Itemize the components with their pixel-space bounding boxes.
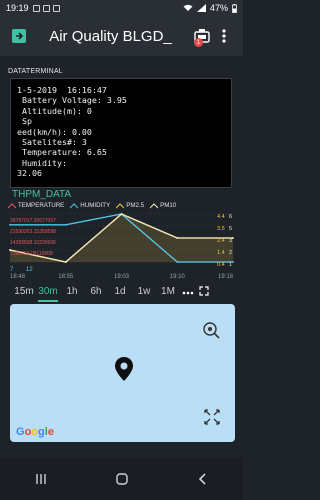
left-axis-label: 14393508.10239936 (10, 240, 56, 246)
my-location-icon[interactable] (201, 320, 221, 340)
right-axis-label: 5 (229, 226, 232, 232)
legend-pm25-label: PM2.5 (126, 202, 145, 209)
expand-icon (199, 285, 209, 296)
x-tick-label: 18:55 (58, 274, 74, 280)
left-axis-label: 28787017.20677057 (10, 218, 56, 224)
tab-1h[interactable]: 1h (60, 282, 84, 302)
data-point-pm10 (176, 237, 179, 239)
time-range-tabs: 15m 30m 1h 6h 1d 1w 1M (0, 281, 243, 303)
terminal-output[interactable]: 1-5-2019 16:16:47 Battery Voltage: 3.95 … (10, 78, 232, 188)
data-point-pm10 (232, 237, 234, 239)
exit-icon (12, 29, 26, 43)
terminal-title: DATATERMINAL (8, 68, 63, 75)
tab-30m[interactable]: 30m (36, 282, 60, 302)
x-tick-label: 19:10 (170, 274, 186, 280)
legend-humidity-label: HUMIDITY (80, 202, 111, 209)
x-tick-label: 19:03 (114, 274, 130, 280)
notification-badge: 1 (194, 38, 203, 47)
data-point-humidity (232, 261, 234, 263)
map-pin-icon[interactable] (114, 356, 134, 382)
google-logo: Google (16, 426, 54, 438)
more-options-button[interactable] (180, 287, 196, 298)
line-chart: 28787017.20677057 21590263.15359598 143935… (9, 213, 234, 280)
tab-15m[interactable]: 15m (12, 282, 36, 302)
right-axis-label: 6 (229, 214, 232, 220)
system-nav-bar (0, 458, 243, 500)
legend-pm10-label: PM10 (160, 202, 177, 209)
data-point-humidity (176, 261, 179, 263)
app-title: Air Quality BLGD_ (49, 27, 172, 45)
legend-pm25-icon (116, 202, 125, 208)
tab-1w[interactable]: 1w (132, 282, 156, 302)
right-axis-label: 2 (229, 250, 232, 256)
chart-legend: TEMPERATURE HUMIDITY PM2.5 PM10 (8, 202, 238, 209)
tab-1d[interactable]: 1d (108, 282, 132, 302)
recent-apps-icon[interactable] (34, 472, 48, 486)
legend-item-pm25[interactable]: PM2.5 (116, 202, 144, 209)
home-icon[interactable] (115, 472, 129, 486)
status-notification-icons (32, 4, 60, 12)
map-fullscreen-icon[interactable] (203, 408, 221, 426)
left-axis-label: 7196754.05119968 (10, 251, 53, 257)
battery-percent: 47% (209, 3, 228, 13)
exit-project-button[interactable] (8, 25, 30, 47)
data-point-humidity (9, 223, 11, 226)
fullscreen-chart-button[interactable] (196, 285, 212, 299)
data-point-humidity (64, 223, 67, 226)
app-header: Air Quality BLGD_ 1 (0, 16, 243, 56)
wifi-icon (183, 4, 193, 11)
app-notification-icon (32, 4, 40, 12)
right-axis-label: 1.4 (217, 250, 225, 256)
x-tick-label: 18:48 (10, 274, 26, 280)
app-notification-icon (52, 4, 60, 12)
right-axis-label: 2.4 (217, 238, 225, 244)
more-horizontal-icon (182, 291, 194, 294)
legend-temperature-label: TEMPERATURE (18, 202, 65, 209)
status-right: 47% (183, 3, 237, 13)
right-axis-label: 0.4 (217, 262, 225, 268)
chart-title: THPM_DATA (12, 189, 72, 200)
map-widget[interactable]: Google (10, 304, 235, 442)
right-axis-label: 3 (229, 238, 232, 244)
legend-item-humidity[interactable]: HUMIDITY (70, 202, 110, 209)
left-axis-label: 21590263.15359598 (10, 229, 56, 235)
right-axis-label: 1 (229, 262, 232, 268)
app-notification-icon (42, 4, 50, 12)
legend-pm10-icon (150, 202, 159, 208)
legend-temperature-icon (8, 202, 16, 208)
tab-1m[interactable]: 1M (156, 282, 180, 302)
signal-icon (196, 4, 206, 12)
status-time: 19:19 (6, 3, 29, 13)
more-menu-button[interactable] (213, 25, 235, 47)
data-point-pm10 (64, 261, 67, 263)
battery-icon (232, 3, 237, 13)
back-icon[interactable] (196, 472, 210, 486)
more-vertical-icon (222, 29, 226, 43)
status-bar: 19:19 47% (0, 0, 243, 16)
x-tick-label: 19:18 (218, 274, 234, 280)
legend-humidity-icon (70, 202, 79, 208)
data-point-pm10 (120, 213, 123, 215)
right-axis-label: 4.4 (217, 214, 225, 220)
chart-area[interactable]: 28787017.20677057 21590263.15359598 143935… (0, 210, 243, 280)
legend-item-pm10[interactable]: PM10 (150, 202, 176, 209)
right-axis-label: 3.5 (217, 226, 225, 232)
tab-6h[interactable]: 6h (84, 282, 108, 302)
left-bottom-label: 12 (26, 267, 33, 273)
left-bottom-label: 7 (10, 267, 14, 273)
legend-item-temperature[interactable]: TEMPERATURE (8, 202, 64, 209)
